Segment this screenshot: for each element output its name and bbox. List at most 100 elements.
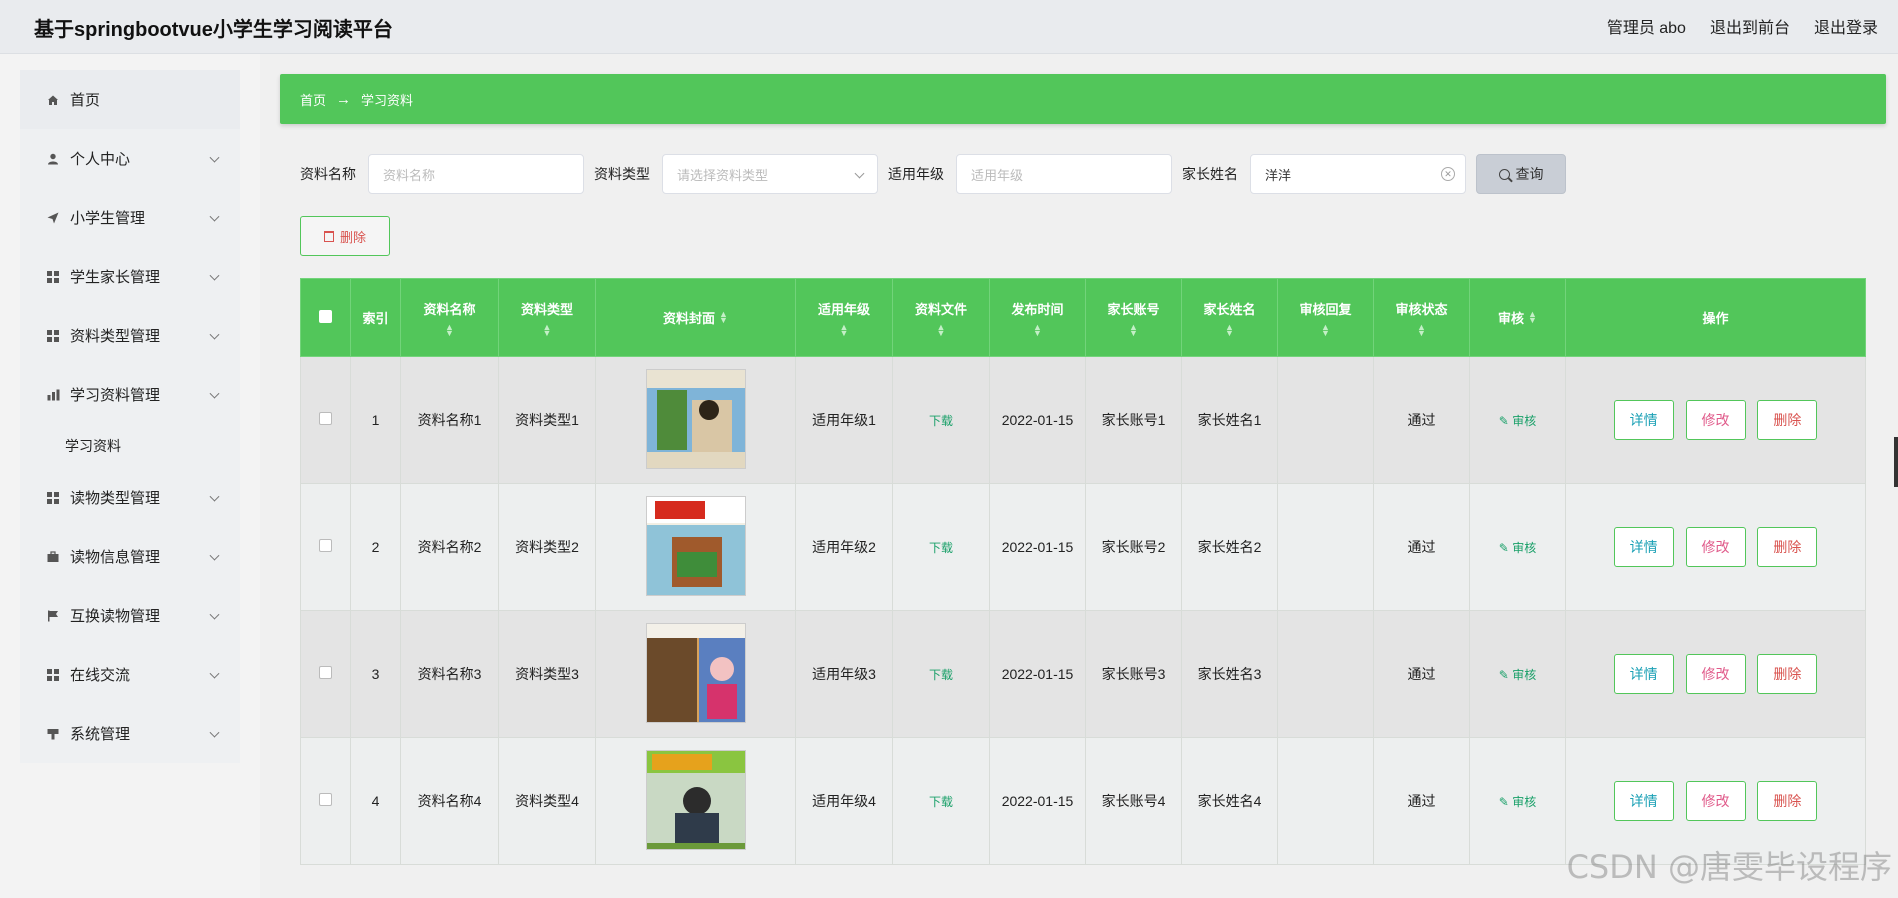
search-icon — [1498, 168, 1510, 180]
row-checkbox[interactable] — [319, 539, 332, 552]
col-header-file[interactable]: 资料文件 ▲ ▼ — [892, 278, 990, 357]
chevron-down-icon — [209, 329, 220, 340]
row-checkbox[interactable] — [319, 793, 332, 806]
delete-button[interactable]: 删除 — [1757, 654, 1818, 694]
breadcrumb-current: 学习资料 — [361, 92, 414, 108]
delete-button[interactable]: 删除 — [1757, 527, 1818, 567]
parent-filter-input[interactable]: 洋洋 ✕ — [1250, 154, 1466, 194]
chevron-down-icon — [209, 550, 220, 561]
sidebar-item-reading-info-management[interactable]: 读物信息管理 — [20, 527, 240, 586]
select-all-checkbox[interactable] — [319, 309, 332, 323]
grade-filter-label: 适用年级 — [888, 166, 944, 182]
chart-icon — [46, 388, 60, 402]
row-checkbox[interactable] — [319, 666, 332, 679]
sidebar-item-parent-management[interactable]: 学生家长管理 — [20, 247, 240, 306]
type-filter-select[interactable]: 请选择资料类型 — [662, 154, 878, 194]
scrollbar-handle[interactable] — [1894, 437, 1898, 487]
cell-parent: 家长姓名3 — [1181, 610, 1278, 738]
edit-button[interactable]: 修改 — [1685, 400, 1746, 440]
cell-account: 家长账号4 — [1085, 737, 1182, 865]
cover-image — [645, 749, 746, 850]
col-header-cover[interactable]: 资料封面 ▲ ▼ — [595, 278, 796, 357]
sidebar-subitem-study-material[interactable]: 学习资料 — [20, 424, 240, 468]
select-all-cell — [300, 278, 351, 357]
sidebar-item-material-management[interactable]: 学习资料管理 — [20, 365, 240, 424]
audit-link[interactable]: ✎ 审核 — [1499, 414, 1536, 428]
col-header-time[interactable]: 发布时间 ▲ ▼ — [989, 278, 1086, 357]
col-header-ops: 操作 — [1565, 278, 1866, 357]
chevron-down-icon — [209, 211, 220, 222]
detail-button[interactable]: 详情 — [1613, 781, 1674, 821]
sidebar-item-label: 学习资料管理 — [70, 387, 161, 404]
col-header-audit[interactable]: 审核 ▲ ▼ — [1469, 278, 1566, 357]
col-header-grade[interactable]: 适用年级 ▲ ▼ — [795, 278, 893, 357]
bulk-delete-button[interactable]: 删除 — [300, 216, 390, 256]
top-bar: 基于springbootvue小学生学习阅读平台 管理员 abo 退出到前台 退… — [0, 0, 1898, 54]
edit-button[interactable]: 修改 — [1685, 781, 1746, 821]
cell-name: 资料名称4 — [400, 737, 499, 865]
row-checkbox[interactable] — [319, 412, 332, 425]
cell-name: 资料名称2 — [400, 483, 499, 611]
sidebar-item-material-type-management[interactable]: 资料类型管理 — [20, 306, 240, 365]
delete-button[interactable]: 删除 — [1757, 400, 1818, 440]
download-link[interactable]: 下载 — [929, 541, 953, 555]
sidebar-item-label: 首页 — [70, 92, 101, 109]
parent-filter-label: 家长姓名 — [1182, 166, 1238, 182]
logout-link[interactable]: 退出登录 — [1814, 14, 1878, 38]
flag-icon — [46, 609, 60, 623]
download-link[interactable]: 下载 — [929, 414, 953, 428]
detail-button[interactable]: 详情 — [1613, 527, 1674, 567]
sidebar-item-system-management[interactable]: 系统管理 — [20, 704, 240, 763]
col-header-type[interactable]: 资料类型 ▲ ▼ — [498, 278, 596, 357]
cell-status: 通过 — [1373, 610, 1470, 738]
sidebar-item-personal-center[interactable]: 个人中心 — [20, 129, 240, 188]
detail-button[interactable]: 详情 — [1613, 654, 1674, 694]
cell-cover — [595, 483, 796, 611]
audit-link[interactable]: ✎ 审核 — [1499, 795, 1536, 809]
audit-link[interactable]: ✎ 审核 — [1499, 668, 1536, 682]
sidebar-item-label: 读物信息管理 — [70, 549, 161, 566]
data-table: 索引 资料名称 ▲ ▼ 资料类型 ▲ ▼ 资料封面 ▲ ▼ 适用年级 ▲ ▼ 资料文件 ▲ ▼ 发布… — [300, 278, 1866, 865]
download-link[interactable]: 下载 — [929, 795, 953, 809]
sidebar-item-home[interactable]: 首页 — [20, 70, 240, 129]
edit-button[interactable]: 修改 — [1685, 654, 1746, 694]
sidebar-item-online-chat[interactable]: 在线交流 — [20, 645, 240, 704]
type-filter-label: 资料类型 — [594, 166, 650, 182]
name-filter-input[interactable]: 资料名称 — [368, 154, 584, 194]
clear-icon[interactable]: ✕ — [1441, 167, 1455, 181]
edit-icon: ✎ — [1498, 540, 1513, 555]
col-header-parent[interactable]: 家长姓名 ▲ ▼ — [1181, 278, 1278, 357]
sidebar-item-reading-type-management[interactable]: 读物类型管理 — [20, 468, 240, 527]
back-to-front-link[interactable]: 退出到前台 — [1710, 14, 1790, 38]
chevron-down-icon — [209, 668, 220, 679]
grade-filter-input[interactable]: 适用年级 — [956, 154, 1172, 194]
bulk-delete-label: 删除 — [339, 229, 366, 245]
cell-account: 家长账号3 — [1085, 610, 1182, 738]
col-header-account[interactable]: 家长账号 ▲ ▼ — [1085, 278, 1182, 357]
table-header-row: 索引 资料名称 ▲ ▼ 资料类型 ▲ ▼ 资料封面 ▲ ▼ 适用年级 ▲ ▼ 资料文件 ▲ ▼ 发布… — [300, 278, 1866, 357]
search-button[interactable]: 查询 — [1476, 154, 1566, 194]
cover-image — [645, 622, 746, 723]
edit-icon: ✎ — [1498, 794, 1513, 809]
col-header-status[interactable]: 审核状态 ▲ ▼ — [1373, 278, 1470, 357]
cell-cover — [595, 737, 796, 865]
download-link[interactable]: 下载 — [929, 668, 953, 682]
cell-cover — [595, 356, 796, 484]
cell-time: 2022-01-15 — [989, 610, 1086, 738]
sidebar-item-label: 资料类型管理 — [70, 328, 161, 345]
col-header-reply[interactable]: 审核回复 ▲ ▼ — [1277, 278, 1374, 357]
cell-reply — [1277, 737, 1374, 865]
breadcrumb-home[interactable]: 首页 — [300, 90, 326, 109]
audit-link[interactable]: ✎ 审核 — [1499, 541, 1536, 555]
detail-button[interactable]: 详情 — [1613, 400, 1674, 440]
table-row: 3 资料名称3 资料类型3 适用年级3 下载 2022-01-15 家长账号3 … — [300, 610, 1866, 738]
cell-type: 资料类型2 — [498, 483, 596, 611]
sidebar-item-exchange-management[interactable]: 互换读物管理 — [20, 586, 240, 645]
edit-button[interactable]: 修改 — [1685, 527, 1746, 567]
col-header-name[interactable]: 资料名称 ▲ ▼ — [400, 278, 499, 357]
sidebar-item-label: 在线交流 — [70, 667, 131, 684]
delete-button[interactable]: 删除 — [1757, 781, 1818, 821]
sidebar-item-label: 个人中心 — [70, 151, 131, 168]
sidebar-item-student-management[interactable]: 小学生管理 — [20, 188, 240, 247]
cell-index: 4 — [350, 737, 401, 865]
